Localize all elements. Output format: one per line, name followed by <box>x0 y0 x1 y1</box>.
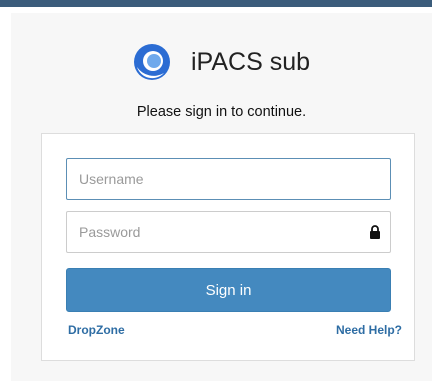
sign-in-button[interactable]: Sign in <box>66 268 391 312</box>
password-field-wrapper <box>66 211 391 253</box>
top-bar <box>0 0 432 7</box>
login-form: Sign in DropZone Need Help? <box>41 133 415 361</box>
need-help-link[interactable]: Need Help? <box>336 323 402 337</box>
login-page: iPACS sub Please sign in to continue. Si… <box>11 13 432 381</box>
app-title: iPACS sub <box>190 47 311 76</box>
brand-header: iPACS sub <box>11 40 432 84</box>
username-field-wrapper <box>66 158 391 200</box>
password-field[interactable] <box>67 212 390 252</box>
username-field[interactable] <box>67 159 390 199</box>
dropzone-link[interactable]: DropZone <box>68 323 125 337</box>
ipacs-logo-icon <box>133 44 170 80</box>
lock-icon <box>370 225 380 239</box>
signin-prompt: Please sign in to continue. <box>136 104 307 120</box>
